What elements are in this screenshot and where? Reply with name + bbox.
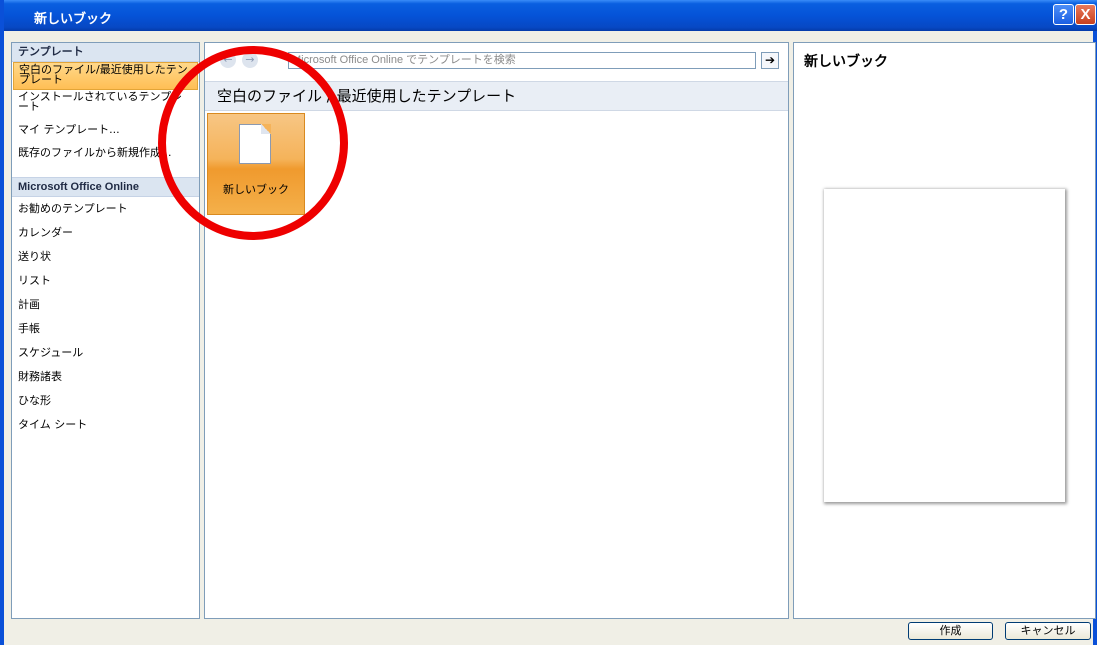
category-list: お勧めのテンプレート カレンダー 送り状 リスト 計画 手帳 スケジュール 財務…	[12, 197, 199, 437]
category-time-sheet[interactable]: タイム シート	[12, 413, 199, 437]
sidebar-item-from-existing[interactable]: 既存のファイルから新規作成...	[12, 143, 199, 177]
category-schedule[interactable]: スケジュール	[12, 341, 199, 365]
templates-header: テンプレート	[12, 43, 199, 62]
search-go-icon[interactable]: ➔	[761, 52, 779, 69]
title-bar	[4, 0, 1097, 31]
category-planner[interactable]: 手帳	[12, 317, 199, 341]
preview-title: 新しいブック	[804, 54, 888, 70]
category-list[interactable]: リスト	[12, 269, 199, 293]
template-sidebar: テンプレート 空白のファイル/最近使用したテンプレート インストールされているテ…	[11, 42, 200, 619]
category-plan[interactable]: 計画	[12, 293, 199, 317]
category-calendar[interactable]: カレンダー	[12, 221, 199, 245]
sidebar-item-blank-recent[interactable]: 空白のファイル/最近使用したテンプレート	[13, 62, 198, 90]
gallery-toolbar: ← → Microsoft Office Online でテンプレートを検索 ➔	[205, 43, 788, 73]
category-forms[interactable]: ひな形	[12, 389, 199, 413]
online-header: Microsoft Office Online	[12, 177, 199, 197]
forward-icon[interactable]: →	[242, 52, 258, 68]
template-gallery: ← → Microsoft Office Online でテンプレートを検索 ➔…	[204, 42, 789, 619]
tile-label: 新しいブック	[223, 183, 289, 196]
section-title: 空白のファイル / 最近使用したテンプレート	[205, 81, 788, 111]
new-workbook-tile[interactable]: 新しいブック	[207, 113, 305, 215]
sidebar-item-label: 既存のファイルから新規作成...	[18, 146, 172, 159]
preview-pane: 新しいブック	[793, 42, 1096, 619]
category-recommended[interactable]: お勧めのテンプレート	[12, 197, 199, 221]
dialog-title: 新しいブック	[34, 11, 113, 26]
category-financial-statements[interactable]: 財務諸表	[12, 365, 199, 389]
sidebar-item-label: インストールされているテンプレート	[18, 90, 183, 113]
preview-thumbnail	[824, 189, 1065, 502]
close-button[interactable]: X	[1075, 4, 1096, 25]
category-invoice[interactable]: 送り状	[12, 245, 199, 269]
help-button[interactable]: ?	[1053, 4, 1074, 25]
sidebar-item-label: マイ テンプレート...	[18, 123, 120, 136]
back-icon[interactable]: ←	[220, 52, 236, 68]
sidebar-item-my-templates[interactable]: マイ テンプレート...	[12, 119, 199, 143]
sidebar-item-installed[interactable]: インストールされているテンプレート	[12, 90, 199, 119]
template-search-input[interactable]: Microsoft Office Online でテンプレートを検索	[288, 52, 756, 69]
create-button[interactable]: 作成	[908, 622, 993, 640]
cancel-button[interactable]: キャンセル	[1005, 622, 1091, 640]
blank-document-icon	[239, 124, 271, 164]
sidebar-item-label: 空白のファイル/最近使用したテンプレート	[19, 63, 188, 86]
